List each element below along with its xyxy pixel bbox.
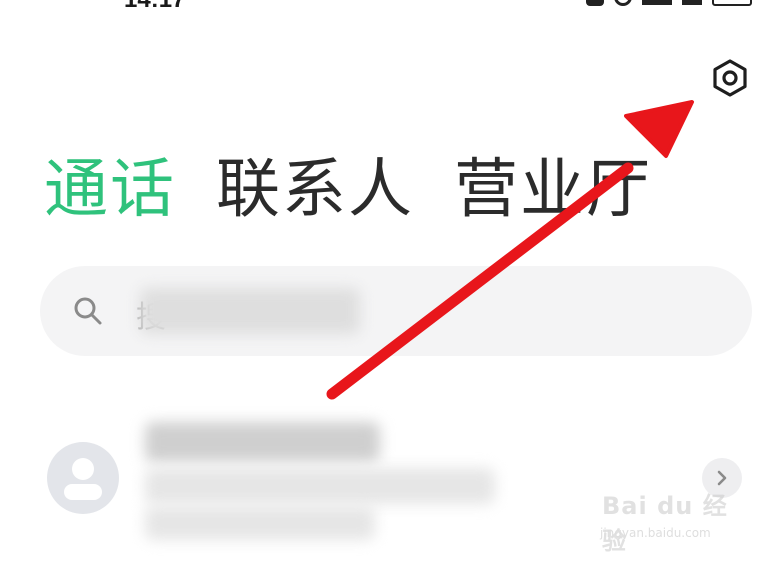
status-icons — [586, 0, 752, 6]
baidu-jingyan-watermark: Bai du 经验 jingyan.baidu.com — [598, 486, 748, 555]
alarm-clock-icon — [614, 0, 632, 6]
phone-screen: 14:17 通话 联系人 营业厅 搜 — [0, 0, 782, 564]
signal-strength-icon — [642, 0, 672, 5]
chevron-right-icon — [717, 470, 727, 486]
tab-calls[interactable]: 通话 — [44, 150, 176, 230]
status-time: 14:17 — [124, 0, 185, 14]
battery-icon — [712, 0, 752, 6]
search-input[interactable]: 搜 — [40, 266, 752, 356]
wifi-icon — [682, 0, 702, 5]
avatar-head — [72, 458, 94, 480]
tab-contacts[interactable]: 联系人 — [216, 150, 414, 230]
blurred-call-time — [145, 506, 375, 540]
watermark-url: jingyan.baidu.com — [600, 526, 711, 540]
annotation-arrow-head — [624, 100, 694, 158]
search-icon — [74, 297, 102, 325]
tab-business-hall[interactable]: 营业厅 — [454, 150, 652, 230]
settings-button[interactable] — [710, 58, 750, 98]
blurred-contact-name — [145, 422, 380, 462]
avatar-body — [64, 484, 102, 500]
person-avatar-icon — [47, 442, 119, 514]
watermark-logo: Bai du 经验 — [602, 492, 728, 555]
status-bar: 14:17 — [0, 0, 782, 13]
tab-bar: 通话 联系人 营业厅 — [44, 150, 692, 230]
gear-icon — [713, 59, 747, 97]
blurred-contact-detail — [145, 468, 495, 504]
notification-bell-icon — [586, 0, 604, 6]
blurred-placeholder-text — [140, 288, 360, 334]
